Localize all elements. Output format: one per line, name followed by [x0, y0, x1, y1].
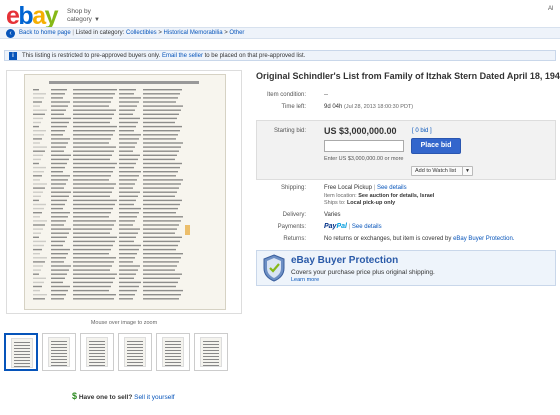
thumbnail[interactable] [194, 333, 228, 371]
returns-text: No returns or exchanges, but item is cov… [324, 236, 452, 242]
crumb-separator: > [158, 30, 162, 36]
shipping-details-link[interactable]: See details [377, 185, 407, 191]
add-to-watch-list-button[interactable]: Add to Watch list ▼ [411, 166, 473, 176]
crumb-separator: > [224, 30, 228, 36]
place-bid-button[interactable]: Place bid [411, 138, 461, 154]
end-time: (Jul 28, 2013 18:00:30 PDT) [344, 104, 414, 110]
category-label: category [67, 16, 92, 23]
condition-label: Item condition: [266, 92, 306, 98]
time-remaining: 9d 04h [324, 104, 343, 110]
protection-heading: eBay Buyer Protection [291, 255, 399, 266]
shipping-text: Free Local Pickup [324, 185, 373, 191]
thumbnail[interactable] [156, 333, 190, 371]
logo-letter: b [18, 2, 33, 30]
shop-by-category-button[interactable]: Shop by category ▼ [67, 8, 100, 24]
shield-icon [263, 254, 285, 282]
payments-value: PayPal | See details [324, 223, 382, 230]
typed-list-image [25, 75, 225, 309]
logo-letter: y [44, 2, 59, 30]
email-seller-link[interactable]: Email the seller [162, 53, 203, 59]
returns-value: No returns or exchanges, but item is cov… [324, 236, 514, 242]
shipping-label: Shipping: [280, 185, 306, 191]
logo-letter: a [32, 2, 46, 30]
condition-value: -- [324, 92, 328, 98]
ships-to: Ships to: Local pick-up only [324, 200, 395, 206]
learn-more-link[interactable]: Learn more [291, 277, 319, 283]
restriction-notice: i This listing is restricted to pre-appr… [4, 50, 556, 61]
delivery-label: Delivery: [282, 212, 306, 218]
sell-question: Have one to sell? [78, 394, 133, 401]
ships-to-label: Ships to: [324, 200, 346, 206]
logo-letter: e [6, 2, 20, 30]
item-title: Original Schindler's List from Family of… [256, 71, 560, 81]
breadcrumb-collectibles[interactable]: Collectibles [126, 30, 157, 36]
bid-count-link[interactable]: [ 0 bid ] [412, 128, 432, 134]
zoom-hint: Mouse over image to zoom [90, 320, 158, 326]
location-label: Item location: [324, 193, 357, 199]
breadcrumb: Back to home page | Listed in category: … [19, 30, 244, 36]
chevron-down-icon: ▼ [93, 17, 100, 23]
bid-hint: Enter US $3,000,000.00 or more [324, 156, 404, 162]
bid-amount-input[interactable] [324, 140, 404, 152]
listed-in-label: Listed in category: [75, 30, 125, 36]
nav-bar: ‹ Back to home page | Listed in category… [0, 27, 560, 39]
shop-by-label: Shop by [67, 8, 91, 15]
sell-it-yourself-link[interactable]: Sell it yourself [134, 394, 174, 401]
delivery-value: Varies [324, 212, 341, 218]
payment-details-link[interactable]: See details [352, 224, 382, 230]
thumbnail-strip [4, 333, 242, 373]
document-image[interactable] [24, 74, 226, 310]
divider: | [373, 185, 376, 191]
ships-to-value: Local pick-up only [346, 200, 396, 206]
watch-label: Add to Watch list [415, 168, 457, 174]
ebay-logo[interactable]: ebay [6, 2, 59, 30]
starting-bid-label: Starting bid: [273, 128, 306, 134]
buyer-protection-banner: eBay Buyer Protection Covers your purcha… [256, 250, 556, 286]
location-value: See auction for details, Israel [358, 193, 435, 199]
shipping-value: Free Local Pickup | See details [324, 185, 407, 191]
sell-prompt: $ Have one to sell? Sell it yourself [72, 391, 175, 401]
thumbnail[interactable] [118, 333, 152, 371]
breadcrumb-historical[interactable]: Historical Memorabilia [164, 30, 223, 36]
item-location: Item location: See auction for details, … [324, 193, 434, 199]
returns-label: Returns: [283, 236, 306, 242]
buyer-protection-link[interactable]: eBay Buyer Protection. [453, 236, 514, 242]
divider: | [348, 224, 351, 230]
chevron-down-icon[interactable]: ▼ [462, 167, 472, 175]
thumbnail[interactable] [80, 333, 114, 371]
category-dropdown-cut[interactable]: Al [548, 6, 553, 12]
payments-label: Payments: [277, 224, 306, 230]
time-left-value: 9d 04h (Jul 28, 2013 18:00:30 PDT) [324, 104, 413, 110]
back-arrow-icon[interactable]: ‹ [6, 29, 15, 38]
starting-bid-price: US $3,000,000.00 [324, 126, 397, 136]
thumbnail[interactable] [42, 333, 76, 371]
breadcrumb-other[interactable]: Other [229, 30, 244, 36]
notice-text-end: to be placed on that pre-approved list. [204, 53, 306, 59]
info-icon: i [9, 52, 17, 60]
paypal-logo: PayPal [324, 223, 347, 230]
protection-subtitle: Covers your purchase price plus original… [291, 269, 435, 276]
dollar-icon: $ [72, 391, 78, 401]
back-home-link[interactable]: Back to home page [19, 30, 71, 36]
time-left-label: Time left: [281, 104, 306, 110]
thumbnail[interactable] [4, 333, 38, 371]
notice-text: This listing is restricted to pre-approv… [22, 53, 161, 59]
